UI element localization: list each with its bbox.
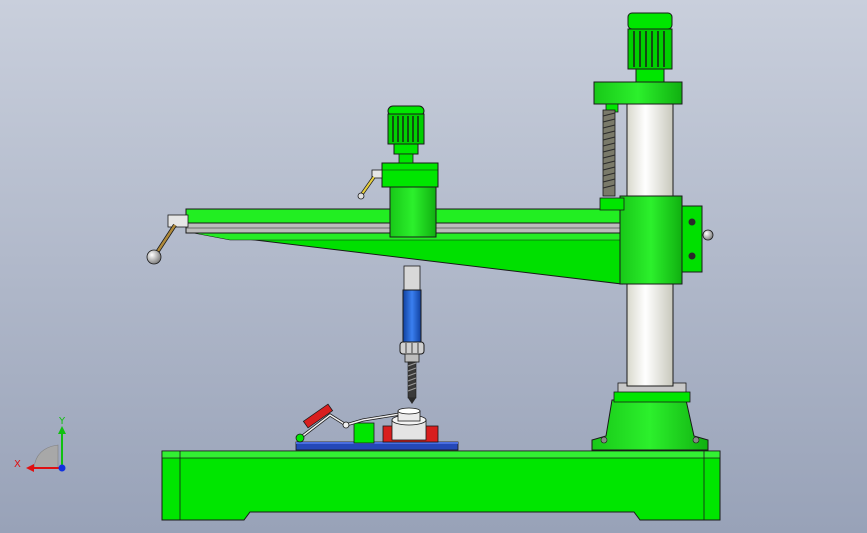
sleeve-lock-knob[interactable] [702, 229, 714, 241]
machine-base[interactable] [161, 450, 721, 521]
spindle[interactable] [399, 265, 425, 363]
triad-z-axis [58, 464, 66, 472]
cad-viewport[interactable]: Y X [0, 0, 867, 533]
lifting-screw [602, 109, 616, 197]
drill-bit [407, 361, 417, 404]
triad-x-label: X [14, 459, 21, 470]
triad-y-label: Y [58, 416, 66, 427]
drill-head[interactable] [381, 162, 439, 238]
handle-ball[interactable] [146, 249, 162, 265]
work-table[interactable] [295, 441, 459, 451]
